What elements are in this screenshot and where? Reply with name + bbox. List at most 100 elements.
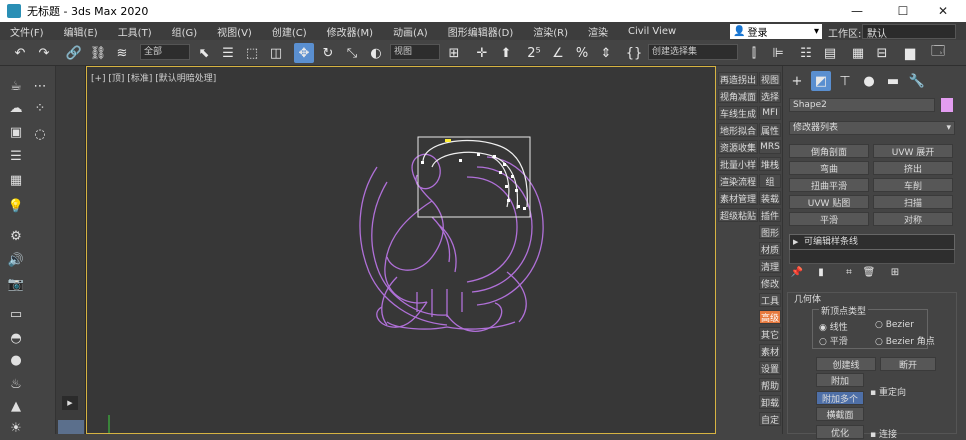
menu-edit[interactable]: 编辑(E) [54,24,108,39]
modify-tab-icon[interactable]: ◩ [811,71,831,91]
sphere-icon[interactable]: ● [6,350,26,370]
quick-tab[interactable]: 其它 [759,327,781,341]
angle-snap-icon[interactable]: ∠ [548,43,568,63]
viewport-top[interactable]: [+] [顶] [标准] [默认明暗处理] [86,66,716,434]
hemisphere-icon[interactable]: ◓ [6,328,26,348]
quick-tab[interactable]: MRS [759,140,781,154]
light-icon[interactable]: 💡 [6,196,26,216]
quick-tab[interactable]: 修改 [759,276,781,290]
quick-tab[interactable]: 堆栈 [759,157,781,171]
menu-file[interactable]: 文件(F) [0,24,54,39]
menu-group[interactable]: 组(G) [162,24,208,39]
unlink-icon[interactable]: ⛓ [88,43,108,63]
bind-space-warp-icon[interactable]: ≋ [112,43,132,63]
reorient-checkbox[interactable]: ▪ 重定向 [870,385,906,398]
link-icon[interactable]: 🔗 [64,43,84,63]
make-unique-icon[interactable]: ⌗ [839,262,859,282]
quick-tab[interactable]: 组 [759,174,781,188]
quick-button[interactable]: 地形拟合 [718,123,758,137]
edit-named-sel-icon[interactable]: {} [624,43,644,63]
quick-button[interactable]: 渲染流程 [718,174,758,188]
undo-icon[interactable]: ↶ [10,43,30,63]
quick-tab[interactable]: 素材 [759,344,781,358]
mod-lathe-button[interactable]: 车削 [873,178,953,192]
menu-view[interactable]: 视图(V) [207,24,262,39]
object-name-field[interactable]: Shape2 [789,98,935,112]
mod-bend-button[interactable]: 弯曲 [789,161,869,175]
toggle-ribbon-icon[interactable]: ▤ [820,43,840,63]
rollout-title[interactable]: 几何体 [794,292,821,305]
remove-modifier-icon[interactable]: 🗑 [859,262,879,282]
layer-swatch[interactable] [58,420,84,434]
quick-tab[interactable]: 卸载 [759,395,781,409]
break-button[interactable]: 断开 [880,357,936,371]
show-end-result-icon[interactable]: ▮ [811,262,831,282]
curve-editor-icon[interactable]: ▦ [848,43,868,63]
plane-icon[interactable]: ▭ [6,304,26,324]
quick-tab[interactable]: 帮助 [759,378,781,392]
percent-snap-icon[interactable]: % [572,43,592,63]
move-icon[interactable]: ✥ [294,43,314,63]
mod-symmetry-button[interactable]: 对称 [873,212,953,226]
menu-create[interactable]: 创建(C) [262,24,317,39]
sign-in-dropdown[interactable]: 👤 登录 ▾ [730,24,822,39]
spinner-snap-icon[interactable]: ⇕ [596,43,616,63]
image-icon[interactable]: ▣ [6,122,26,142]
align-icon[interactable]: ⊫ [768,43,788,63]
quick-tab[interactable]: 材质 [759,242,781,256]
camera-icon[interactable]: 📷 [6,274,26,294]
sun-icon[interactable]: ☀ [6,418,26,438]
menu-civil-view[interactable]: Civil View [618,26,686,37]
minimize-button[interactable]: — [834,0,880,22]
reference-coord-select[interactable]: 视图 [390,44,440,60]
quick-tab[interactable]: MFI [759,106,781,120]
circle-select-icon[interactable]: ◌ [30,124,50,144]
display-tab-icon[interactable]: ▬ [883,71,903,91]
quick-button[interactable]: 车线生成 [718,106,758,120]
cone-icon[interactable]: ▲ [6,396,26,416]
window-crossing-icon[interactable]: ◫ [266,43,286,63]
quick-tab[interactable]: 插件 [759,208,781,222]
radio-linear[interactable]: ◉ 线性 [819,320,848,333]
quick-button[interactable]: 资源收集 [718,140,758,154]
close-button[interactable]: ✕ [920,0,966,22]
render-setup-icon[interactable]: 🗔 [928,43,948,63]
refine-button[interactable]: 优化 [816,425,864,439]
menu-modifiers[interactable]: 修改器(M) [317,24,383,39]
radio-smooth[interactable]: ○ 平滑 [819,334,848,347]
list-icon[interactable]: ☰ [6,146,26,166]
select-manipulate-icon[interactable]: ✛ [472,43,492,63]
select-object-icon[interactable]: ⬉ [194,43,214,63]
menu-tools[interactable]: 工具(T) [108,24,162,39]
quick-tab[interactable]: 自定 [759,412,781,426]
pin-stack-icon[interactable]: 📌 [787,262,807,282]
teapot-icon[interactable]: ☕ [6,76,26,96]
quick-tab[interactable]: 视图 [759,72,781,86]
layer-explorer-icon[interactable]: ☷ [796,43,816,63]
quick-tab[interactable]: 工具 [759,293,781,307]
material-editor-icon[interactable]: ▆ [900,43,920,63]
keyboard-shortcut-icon[interactable]: ⬆ [496,43,516,63]
quick-tab[interactable]: 属性 [759,123,781,137]
quick-button[interactable]: 超级粘贴 [718,208,758,222]
snap-toggle-icon[interactable]: 2⁵ [524,43,544,63]
hierarchy-tab-icon[interactable]: ⊤ [835,71,855,91]
mod-smooth-button[interactable]: 平滑 [789,212,869,226]
quick-tab[interactable]: 图形 [759,225,781,239]
configure-sets-icon[interactable]: ⊞ [885,262,905,282]
quick-tab[interactable]: 设置 [759,361,781,375]
placement-icon[interactable]: ◐ [366,43,386,63]
schematic-view-icon[interactable]: ⊟ [872,43,892,63]
dots-icon[interactable]: ⁘ [30,98,50,118]
quick-button[interactable]: 素材管理 [718,191,758,205]
rect-selection-icon[interactable]: ⬚ [242,43,262,63]
create-line-button[interactable]: 创建线 [816,357,876,371]
motion-tab-icon[interactable]: ● [859,71,879,91]
mod-extrude-button[interactable]: 挤出 [873,161,953,175]
quick-tab[interactable]: 清理 [759,259,781,273]
menu-graph-editors[interactable]: 图形编辑器(D) [438,24,524,39]
quick-button[interactable]: 批量小样 [718,157,758,171]
workspace-select[interactable]: 默认 [862,24,956,40]
phoenix-shape[interactable] [87,67,715,433]
named-selection-select[interactable]: 创建选择集 [648,44,738,60]
